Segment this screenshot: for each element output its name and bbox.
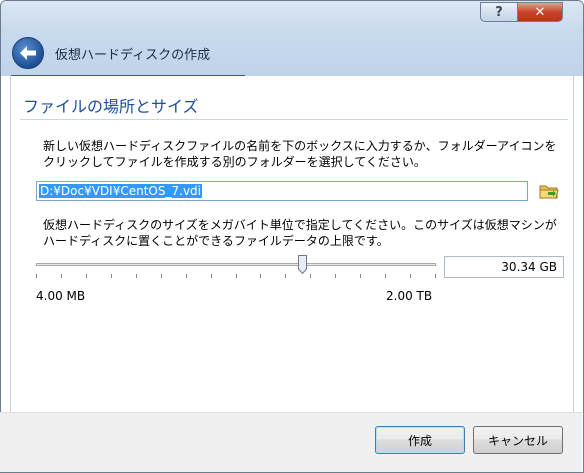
back-arrow-icon [20, 46, 36, 60]
slider-tick [211, 274, 212, 278]
cancel-button[interactable]: キャンセル [473, 426, 563, 454]
slider-tick [285, 274, 286, 278]
slider-tick [61, 274, 62, 278]
slider-max-label: 2.00 TB [386, 289, 433, 303]
location-description: 新しい仮想ハードディスクファイルの名前を下のボックスに入力するか、フォルダーアイ… [43, 139, 557, 169]
slider-tick [161, 274, 162, 278]
title-bar: ? ✕ 仮想ハードディスクの作成 [1, 1, 583, 76]
slider-tick [86, 274, 87, 278]
slider-tick [310, 274, 311, 278]
back-button[interactable] [12, 37, 44, 69]
slider-tick [260, 274, 261, 278]
slider-tick [236, 274, 237, 278]
size-value-field[interactable]: 30.34 GB [444, 256, 564, 278]
help-button[interactable]: ? [480, 2, 518, 22]
slider-track [36, 263, 436, 266]
help-icon: ? [495, 4, 503, 20]
slider-tick [136, 274, 137, 278]
file-path-input[interactable]: D:¥Doc¥VDI¥CentOS_7.vdi [36, 181, 528, 201]
dialog-title: 仮想ハードディスクの作成 [55, 48, 211, 63]
create-button[interactable]: 作成 [375, 426, 465, 454]
close-icon: ✕ [534, 4, 546, 20]
section-heading: ファイルの場所とサイズ [23, 97, 199, 116]
slider-tick [385, 274, 386, 278]
close-button[interactable]: ✕ [517, 2, 563, 22]
choose-folder-button[interactable] [539, 183, 559, 200]
folder-icon [539, 185, 559, 199]
slider-tick [335, 274, 336, 278]
slider-tick [186, 274, 187, 278]
slider-tick [410, 274, 411, 278]
slider-min-label: 4.00 MB [36, 289, 86, 303]
section-divider [20, 119, 568, 120]
slider-tick [435, 274, 436, 278]
file-path-value: D:¥Doc¥VDI¥CentOS_7.vdi [39, 184, 202, 198]
slider-tick [36, 274, 37, 278]
slider-tick [111, 274, 112, 278]
size-slider[interactable] [36, 254, 436, 288]
slider-tick [360, 274, 361, 278]
size-description: 仮想ハードディスクのサイズをメガバイト単位で指定してください。このサイズは仮想マ… [43, 218, 557, 248]
slider-thumb[interactable] [298, 255, 307, 274]
